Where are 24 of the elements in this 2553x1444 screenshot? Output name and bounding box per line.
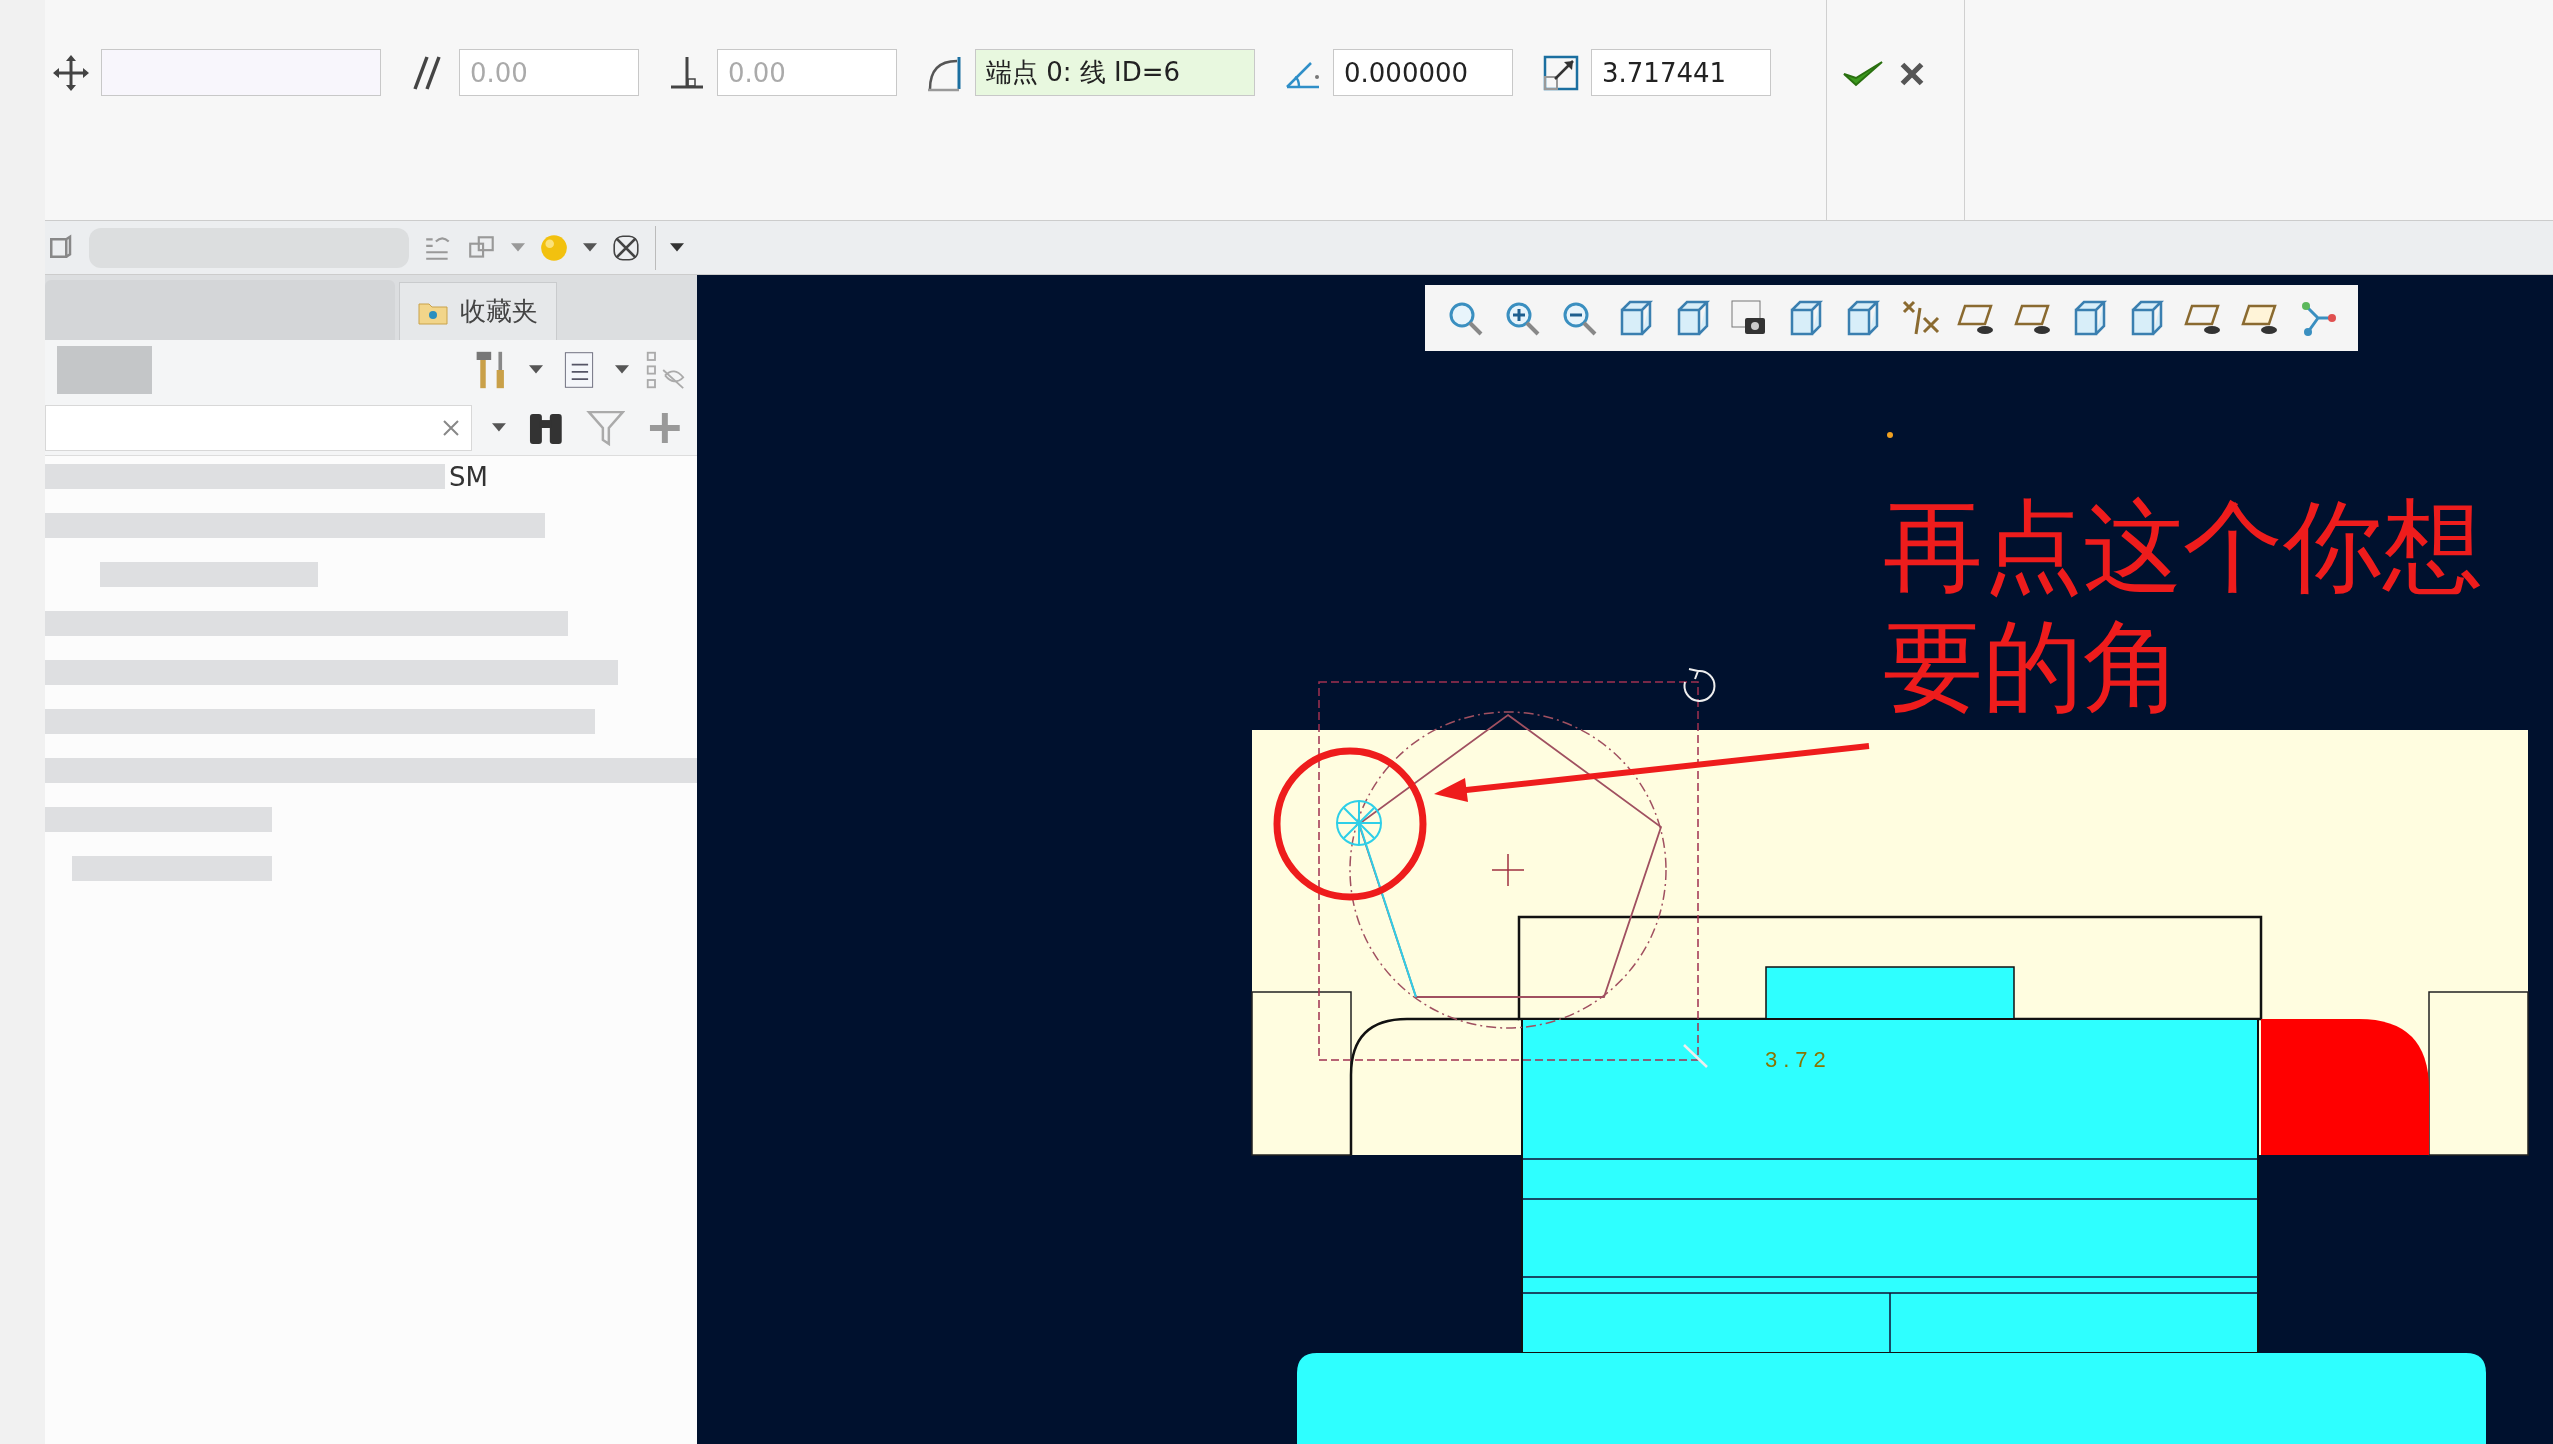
number-field[interactable]: 0.00 bbox=[459, 49, 639, 96]
caret-icon[interactable] bbox=[491, 422, 506, 433]
close-icon[interactable] bbox=[611, 232, 641, 263]
rotate-icon bbox=[1683, 668, 1716, 702]
clear-icon[interactable] bbox=[440, 417, 461, 438]
reference-field[interactable]: 端点 0: 线 ID=6 bbox=[975, 49, 1255, 96]
dimension-text: 3.72 bbox=[1765, 1047, 1832, 1072]
caret-icon[interactable] bbox=[529, 365, 543, 375]
caret-icon[interactable] bbox=[670, 242, 684, 253]
caret-icon[interactable] bbox=[583, 242, 597, 253]
tree-eye-icon[interactable] bbox=[645, 350, 685, 390]
number-field[interactable]: 0.00 bbox=[717, 49, 897, 96]
value-field[interactable]: 3.717441 bbox=[1591, 49, 1771, 96]
value-field[interactable] bbox=[101, 49, 381, 96]
tab[interactable]: 收藏夹 bbox=[399, 282, 557, 340]
annotation-text: 再点这个你想要的角 bbox=[1883, 487, 2484, 727]
dimension-line bbox=[1683, 1044, 1708, 1068]
point-marker bbox=[1887, 432, 1893, 438]
tree-item[interactable]: SM bbox=[449, 461, 488, 492]
value-field[interactable]: 0.000000 bbox=[1333, 49, 1513, 96]
crosshair-icon bbox=[1491, 853, 1525, 887]
caret-icon[interactable] bbox=[615, 365, 629, 375]
graphics-area[interactable]: 3.72 再点这个你想要的角 bbox=[697, 275, 2553, 1444]
search-field[interactable] bbox=[45, 404, 472, 451]
